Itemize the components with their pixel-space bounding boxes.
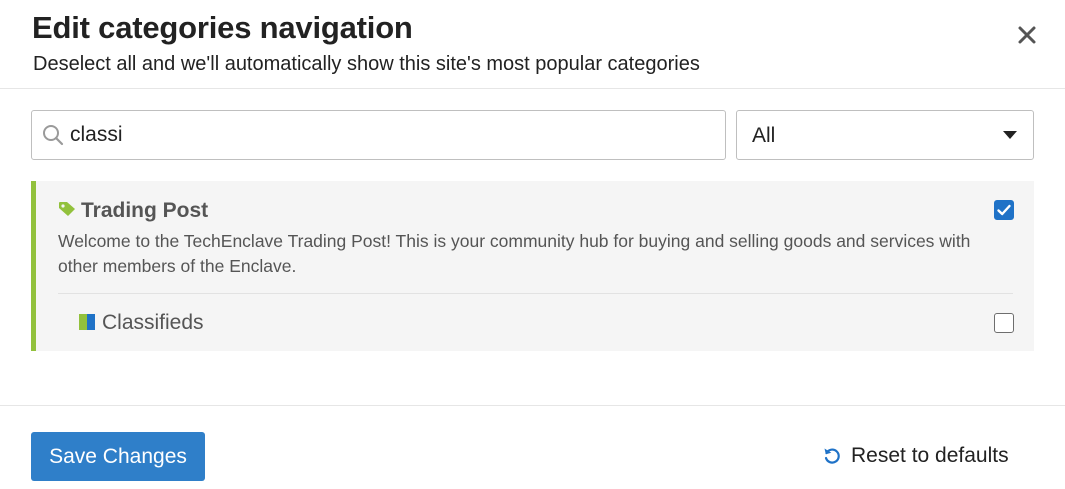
save-changes-button[interactable]: Save Changes [31, 432, 205, 481]
edit-categories-modal: Edit categories navigation Deselect all … [0, 0, 1065, 489]
modal-title: Edit categories navigation [32, 10, 413, 45]
modal-header: Edit categories navigation Deselect all … [0, 0, 1065, 89]
category-row-trading-post: Trading Post Welcome to the TechEnclave … [31, 181, 1034, 351]
modal-footer: Save Changes Reset to defaults [0, 405, 1065, 489]
category-description: Welcome to the TechEnclave Trading Post!… [58, 231, 971, 276]
search-icon [43, 125, 64, 146]
reset-label: Reset to defaults [851, 444, 1009, 467]
tag-icon [59, 202, 75, 216]
category-color-badge-icon [79, 314, 95, 330]
close-icon [1018, 26, 1036, 44]
modal-subtitle: Deselect all and we'll automatically sho… [33, 53, 700, 75]
undo-icon [824, 448, 840, 464]
search-box [31, 110, 726, 160]
close-button[interactable] [1010, 18, 1044, 52]
subcategory-checkbox-classifieds[interactable] [994, 313, 1014, 333]
select-selected-value: All [752, 124, 776, 147]
subcategory-name: Classifieds [102, 311, 204, 334]
category-checkbox-trading-post[interactable] [994, 200, 1014, 220]
reset-to-defaults-button[interactable]: Reset to defaults [822, 444, 1009, 468]
category-scope-select[interactable]: All [736, 110, 1034, 160]
search-input[interactable] [70, 112, 710, 158]
checkmark-icon [997, 204, 1011, 216]
category-name: Trading Post [81, 199, 209, 222]
caret-down-icon [1003, 131, 1017, 139]
divider [58, 293, 1013, 294]
